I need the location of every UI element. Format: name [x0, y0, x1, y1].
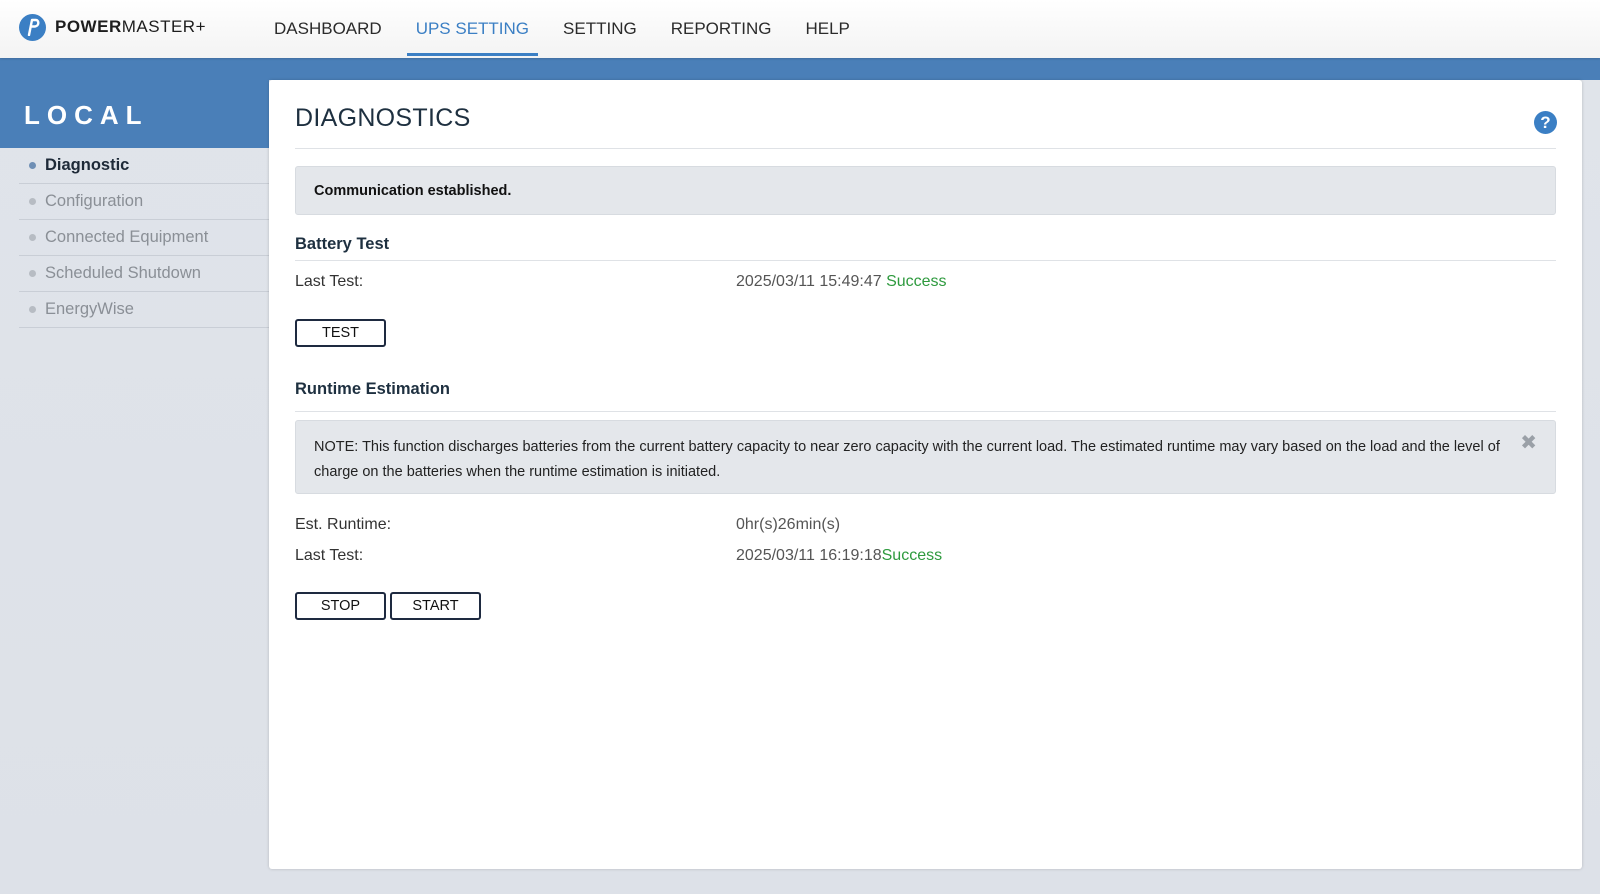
- est-runtime-value: 0hr(s)26min(s): [736, 516, 841, 533]
- powermaster-logo-icon: [19, 13, 46, 41]
- sidebar-item-label: Scheduled Shutdown: [45, 264, 201, 282]
- app-logo[interactable]: POWERMASTER+: [19, 13, 206, 41]
- nav-ups-setting[interactable]: UPS SETTING: [399, 0, 546, 58]
- sidebar-item-diagnostic[interactable]: Diagnostic: [19, 148, 269, 184]
- runtime-last-test-value: 2025/03/11 16:19:18Success: [736, 547, 942, 565]
- sidebar: Diagnostic Configuration Connected Equip…: [19, 148, 269, 328]
- bullet-icon: [29, 306, 36, 313]
- runtime-last-test-label: Last Test:: [295, 547, 364, 564]
- status-message: Communication established.: [295, 166, 1556, 215]
- runtime-note: NOTE: This function discharges batteries…: [295, 420, 1556, 494]
- bullet-icon: [29, 234, 36, 241]
- divider: [295, 148, 1556, 149]
- runtime-last-test-result: Success: [881, 547, 943, 564]
- sidebar-item-label: Configuration: [45, 192, 144, 210]
- nav-setting[interactable]: SETTING: [546, 0, 654, 58]
- sidebar-header: LOCAL: [0, 58, 269, 148]
- test-button[interactable]: TEST: [295, 319, 386, 347]
- start-button[interactable]: START: [390, 592, 481, 620]
- sidebar-item-connected-equipment[interactable]: Connected Equipment: [19, 220, 269, 256]
- close-icon[interactable]: ✖: [1520, 433, 1537, 453]
- brand-name: POWERMASTER+: [55, 17, 207, 36]
- battery-last-test-time: 2025/03/11 15:49:47: [736, 273, 882, 290]
- sidebar-item-label: EnergyWise: [45, 300, 134, 318]
- runtime-estimation-title: Runtime Estimation: [295, 380, 450, 398]
- page-title: DIAGNOSTICS: [295, 104, 471, 132]
- nav-dashboard[interactable]: DASHBOARD: [257, 0, 399, 58]
- est-runtime-label: Est. Runtime:: [295, 516, 392, 533]
- bullet-icon: [29, 198, 36, 205]
- battery-last-test-label: Last Test:: [295, 273, 364, 290]
- battery-last-test-result: Success: [886, 273, 947, 290]
- battery-test-title: Battery Test: [295, 235, 390, 253]
- status-text: Communication established.: [314, 182, 512, 199]
- nav-help[interactable]: HELP: [788, 0, 866, 58]
- runtime-last-test-time: 2025/03/11 16:19:18: [736, 547, 882, 564]
- nav-reporting[interactable]: REPORTING: [654, 0, 789, 58]
- bullet-icon: [29, 270, 36, 277]
- sidebar-item-energywise[interactable]: EnergyWise: [19, 292, 269, 328]
- sidebar-item-scheduled-shutdown[interactable]: Scheduled Shutdown: [19, 256, 269, 292]
- battery-last-test-value: 2025/03/11 15:49:47 Success: [736, 273, 947, 291]
- sidebar-item-label: Connected Equipment: [45, 228, 209, 246]
- bullet-icon: [29, 162, 36, 169]
- sidebar-item-configuration[interactable]: Configuration: [19, 184, 269, 220]
- main-nav: DASHBOARD UPS SETTING SETTING REPORTING …: [257, 0, 867, 58]
- stop-button[interactable]: STOP: [295, 592, 386, 620]
- sidebar-title: LOCAL: [24, 100, 149, 130]
- help-icon[interactable]: ?: [1534, 111, 1557, 134]
- divider: [295, 260, 1556, 261]
- runtime-note-text: NOTE: This function discharges batteries…: [314, 439, 1500, 480]
- diagnostics-panel: DIAGNOSTICS ? Communication established.…: [269, 80, 1582, 869]
- sidebar-item-label: Diagnostic: [45, 156, 130, 174]
- top-navigation-bar: POWERMASTER+ DASHBOARD UPS SETTING SETTI…: [0, 0, 1600, 58]
- divider: [295, 411, 1556, 412]
